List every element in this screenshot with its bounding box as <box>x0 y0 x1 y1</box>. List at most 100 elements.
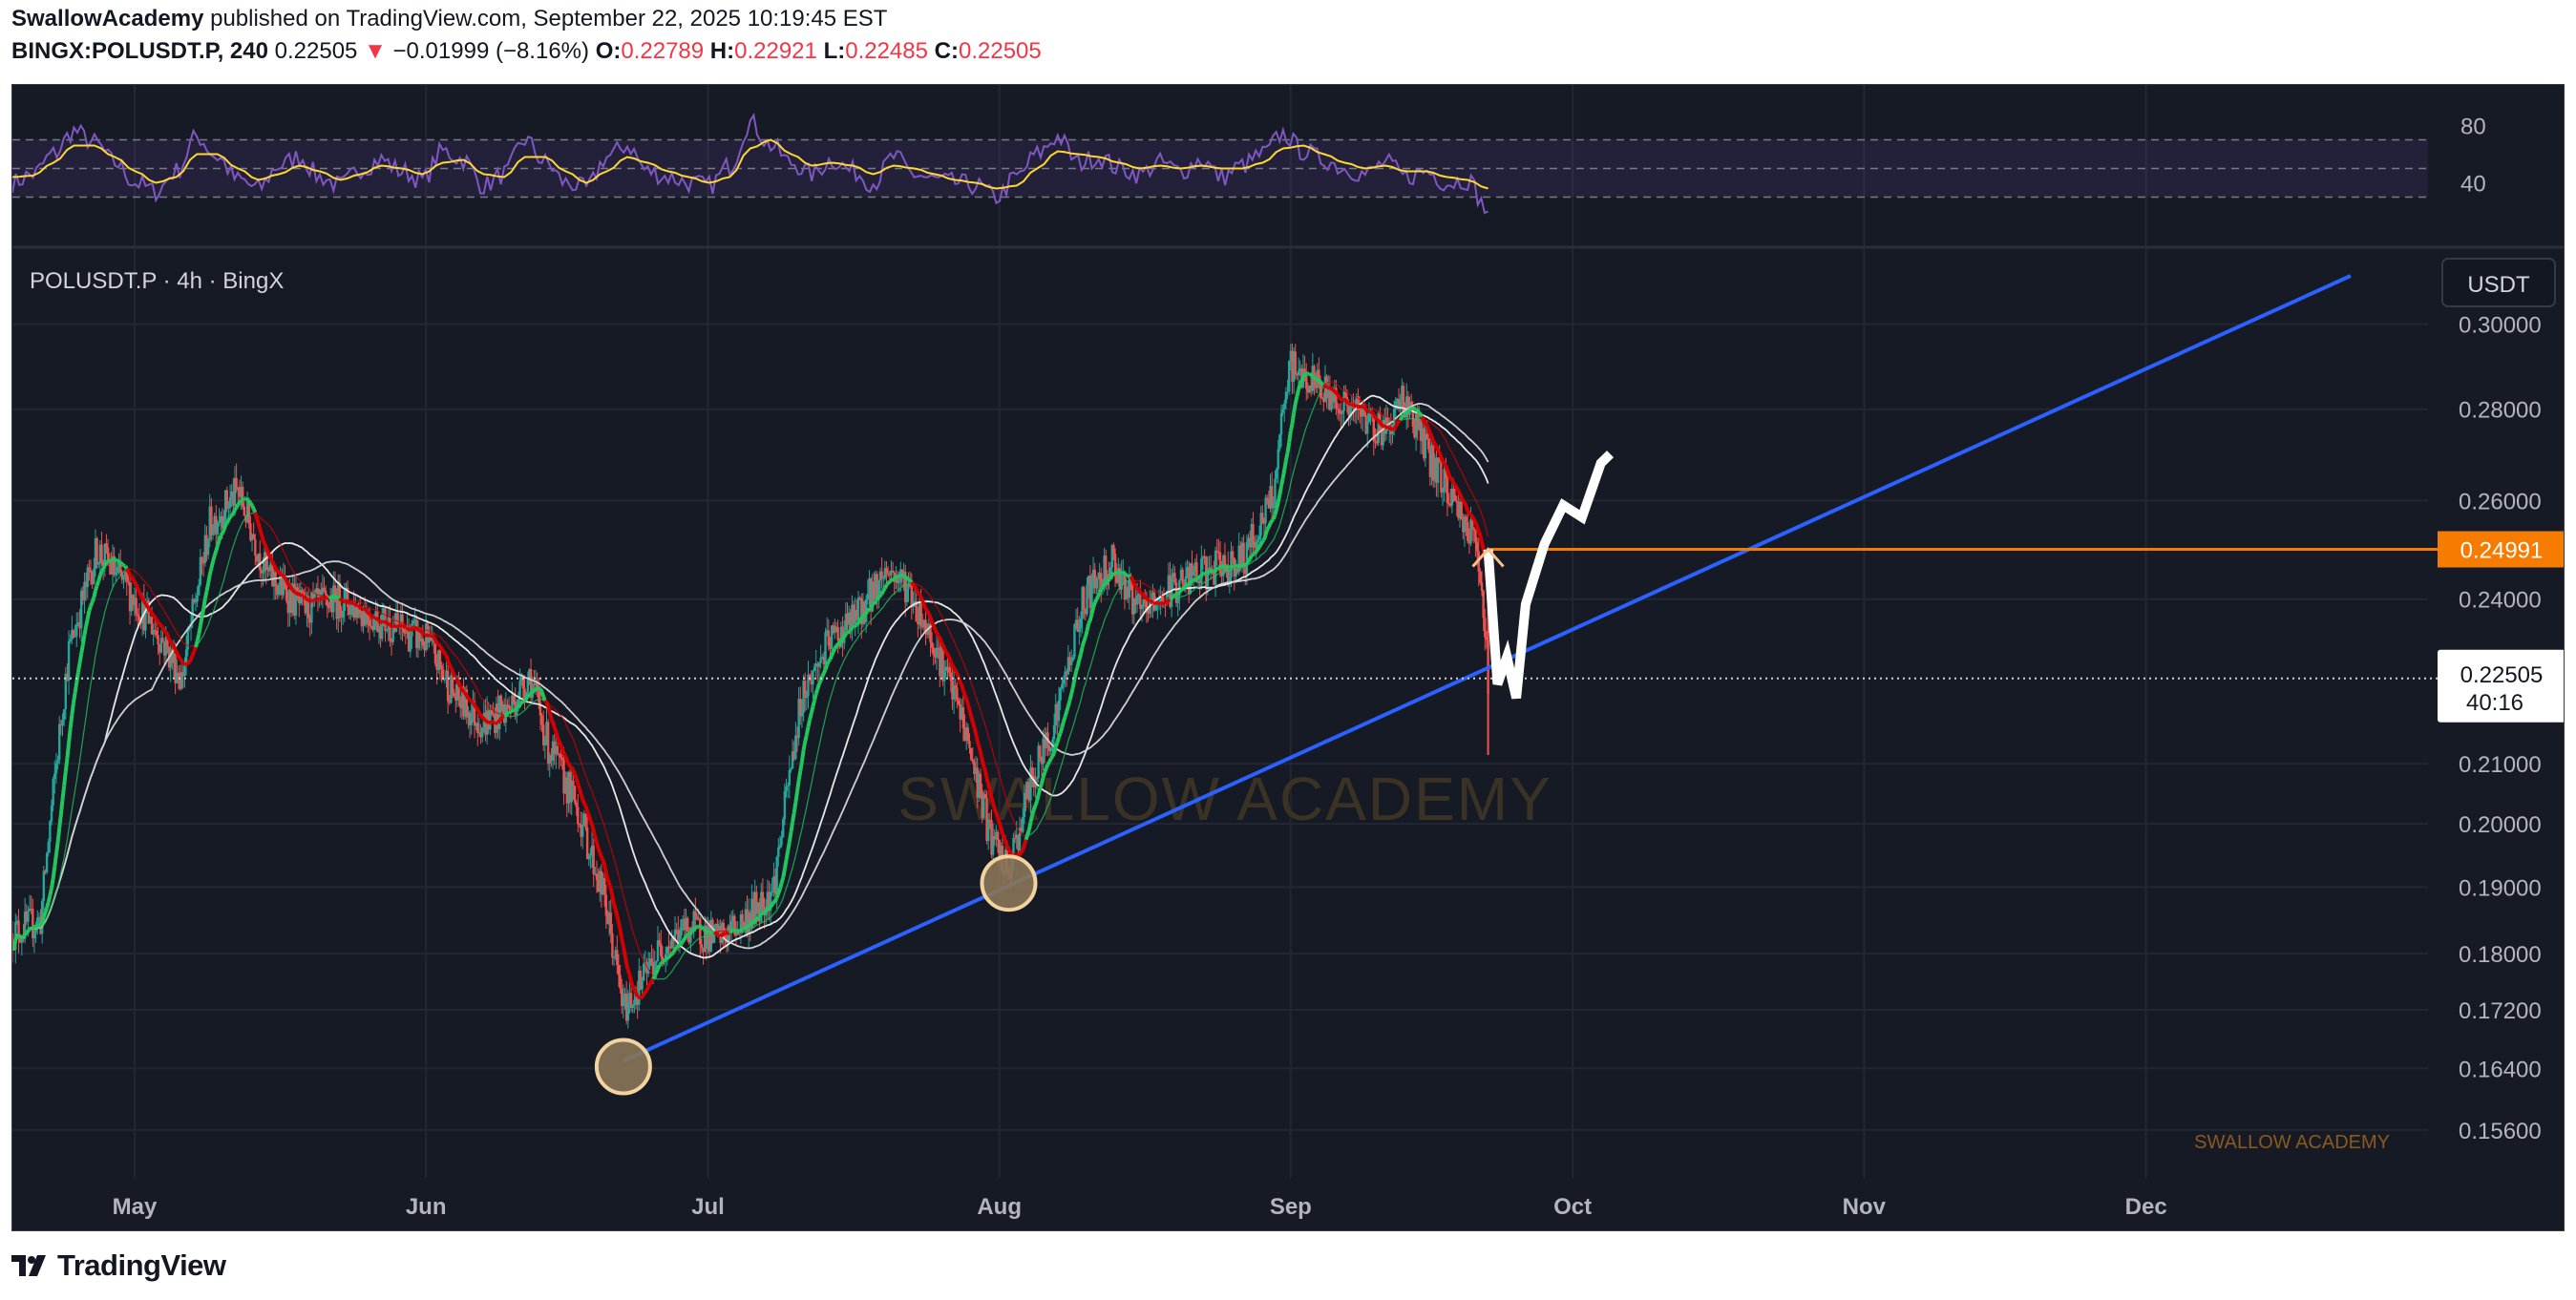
ribbon-segment <box>80 738 84 750</box>
ribbon-segment <box>611 852 615 859</box>
ribbon-segment <box>1092 651 1096 657</box>
ribbon-segment <box>329 598 333 600</box>
ribbon-segment <box>164 630 170 636</box>
ribbon-segment <box>277 571 282 576</box>
candle-body <box>1277 449 1279 470</box>
ribbon-segment <box>137 591 143 598</box>
candle-body <box>507 704 511 709</box>
ribbon-segment <box>160 605 164 609</box>
date-tick-label: Dec <box>2125 1194 2167 1220</box>
candle-body <box>349 603 352 616</box>
ribbon-segment <box>1469 513 1474 518</box>
ribbon-segment <box>939 612 942 616</box>
ribbon-segment <box>1432 424 1436 427</box>
ribbon-segment <box>519 700 525 704</box>
candle-body <box>1061 683 1064 689</box>
candle-body <box>1394 401 1397 409</box>
price-tick-label: 0.20000 <box>2459 812 2542 838</box>
candle-body <box>1231 551 1235 558</box>
trendline-touch-circle[interactable] <box>980 854 1038 912</box>
chart-area[interactable]: 80 40 SWALLOW ACADEMY SWALLOW ACADEMY POLUSD… <box>11 84 2565 1231</box>
ribbon-segment <box>551 705 554 708</box>
ribbon-segment <box>625 907 629 913</box>
ribbon-segment <box>681 937 686 943</box>
ribbon-segment <box>677 959 681 963</box>
candle-body <box>611 933 614 958</box>
ribbon-segment <box>1271 514 1277 520</box>
ribbon-segment <box>1385 415 1388 418</box>
ribbon-segment <box>377 619 383 624</box>
ribbon-segment <box>931 624 938 631</box>
ribbon-segment <box>58 799 65 815</box>
date-tick-label: Jul <box>691 1194 725 1220</box>
ribbon-segment <box>790 867 793 873</box>
candle-body <box>1120 574 1123 590</box>
candle-body <box>741 913 744 922</box>
ascending-trendline[interactable] <box>623 274 2352 1063</box>
ribbon-segment <box>1066 700 1072 707</box>
ribbon-segment <box>222 573 226 580</box>
ribbon-segment <box>287 584 293 590</box>
ribbon-segment <box>216 539 222 547</box>
ribbon-segment <box>1036 787 1043 796</box>
candle-body <box>227 507 230 509</box>
author-name[interactable]: SwallowAcademy <box>11 6 203 31</box>
ribbon-segment <box>1348 392 1351 396</box>
ribbon-segment <box>589 787 593 792</box>
ribbon-segment <box>1307 372 1313 377</box>
ribbon-segment <box>437 635 441 638</box>
ribbon-segment <box>398 623 402 629</box>
ribbon-segment <box>1265 548 1268 552</box>
ribbon-segment <box>224 567 228 575</box>
ribbon-segment <box>649 977 655 983</box>
candle-body <box>384 608 387 631</box>
rsi-pane[interactable]: 8040 <box>12 112 2565 249</box>
ribbon-segment <box>813 760 817 769</box>
ribbon-segment <box>195 634 201 641</box>
ribbon-segment <box>1083 630 1089 638</box>
ribbon-segment <box>1180 596 1183 598</box>
ribbon-segment <box>319 595 322 597</box>
ribbon-segment <box>884 601 888 605</box>
projected-path[interactable] <box>1483 451 1614 700</box>
ribbon-segment <box>1021 833 1024 836</box>
ribbon-segment <box>665 976 668 979</box>
chart-canvas[interactable]: 8040SWALLOW ACADEMYSWALLOW ACADEMYPOLUSD… <box>12 85 2565 1231</box>
trendline-touch-circle[interactable] <box>594 1038 652 1096</box>
currency-button[interactable]: USDT <box>2441 258 2556 307</box>
ribbon-segment <box>204 628 207 633</box>
ribbon-segment <box>823 717 827 725</box>
ribbon-segment <box>599 812 602 818</box>
ribbon-segment <box>168 640 175 646</box>
ribbon-segment <box>982 720 986 726</box>
ribbon-segment <box>67 727 73 744</box>
ribbon-segment <box>1419 413 1425 418</box>
ribbon-segment <box>1310 409 1314 415</box>
candle-body <box>1256 539 1259 542</box>
ribbon-segment <box>522 709 525 712</box>
ribbon-segment <box>51 901 54 908</box>
ribbon-segment <box>549 704 552 707</box>
candle-body <box>1049 747 1053 752</box>
ribbon-segment <box>1481 514 1485 519</box>
ribbon-segment <box>683 934 688 940</box>
ribbon-segment <box>896 574 900 579</box>
ribbon-segment <box>77 653 84 664</box>
ribbon-segment <box>197 625 202 636</box>
ribbon-segment <box>222 579 225 586</box>
ribbon-segment <box>242 496 245 502</box>
ribbon-segment <box>852 624 857 629</box>
ribbon-segment <box>950 664 956 669</box>
ribbon-segment <box>699 924 703 929</box>
ribbon-segment <box>71 799 74 809</box>
ribbon-segment <box>571 769 577 776</box>
ribbon-segment <box>1026 822 1033 830</box>
ribbon-segment <box>386 620 390 626</box>
ribbon-segment <box>1277 485 1283 495</box>
ribbon-segment <box>1425 424 1431 430</box>
ribbon-segment <box>118 560 124 566</box>
ribbon-segment <box>178 635 181 639</box>
ribbon-segment <box>617 922 623 931</box>
tradingview-brand[interactable]: TradingView <box>11 1247 226 1285</box>
ribbon-segment <box>982 769 989 779</box>
